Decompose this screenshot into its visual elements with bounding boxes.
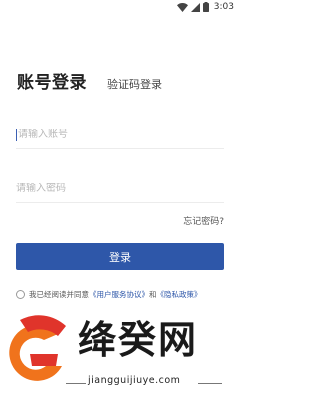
- password-field: [16, 175, 224, 203]
- agreement-prefix: 我已经阅读并同意: [29, 290, 89, 299]
- user-agreement-link[interactable]: 《用户服务协议》: [89, 289, 149, 300]
- forgot-password-link[interactable]: 忘记密码?: [183, 214, 224, 227]
- login-tabs: 账号登录 验证码登录: [17, 68, 162, 93]
- watermark-brand: 绛癸网: [78, 318, 199, 362]
- agreement-row: 我已经阅读并同意 《用户服务协议》 和 《隐私政策》: [16, 289, 236, 300]
- watermark-line-right: [198, 383, 222, 384]
- wifi-icon: [176, 2, 188, 12]
- tab-account-login[interactable]: 账号登录: [17, 68, 87, 93]
- battery-icon: [202, 2, 209, 12]
- privacy-policy-link[interactable]: 《隐私政策》: [157, 289, 202, 300]
- agreement-and: 和: [149, 290, 157, 299]
- signal-icon: [190, 2, 200, 12]
- watermark-url: jiangguijiuye.com: [88, 375, 181, 386]
- password-input[interactable]: [16, 183, 224, 194]
- login-button[interactable]: 登录: [16, 243, 224, 270]
- status-time: 3:03: [213, 2, 234, 12]
- status-bar: 3:03: [0, 0, 240, 14]
- account-input[interactable]: [16, 129, 224, 140]
- agreement-radio[interactable]: [16, 290, 25, 299]
- watermark-line-left: [66, 383, 86, 384]
- text-cursor: [16, 129, 17, 141]
- account-field: [16, 121, 224, 149]
- tab-code-login[interactable]: 验证码登录: [107, 76, 162, 92]
- login-screen: 3:03 账号登录 验证码登录 忘记密码? 登录 我已经阅读并同意 《用户服务协…: [0, 0, 240, 400]
